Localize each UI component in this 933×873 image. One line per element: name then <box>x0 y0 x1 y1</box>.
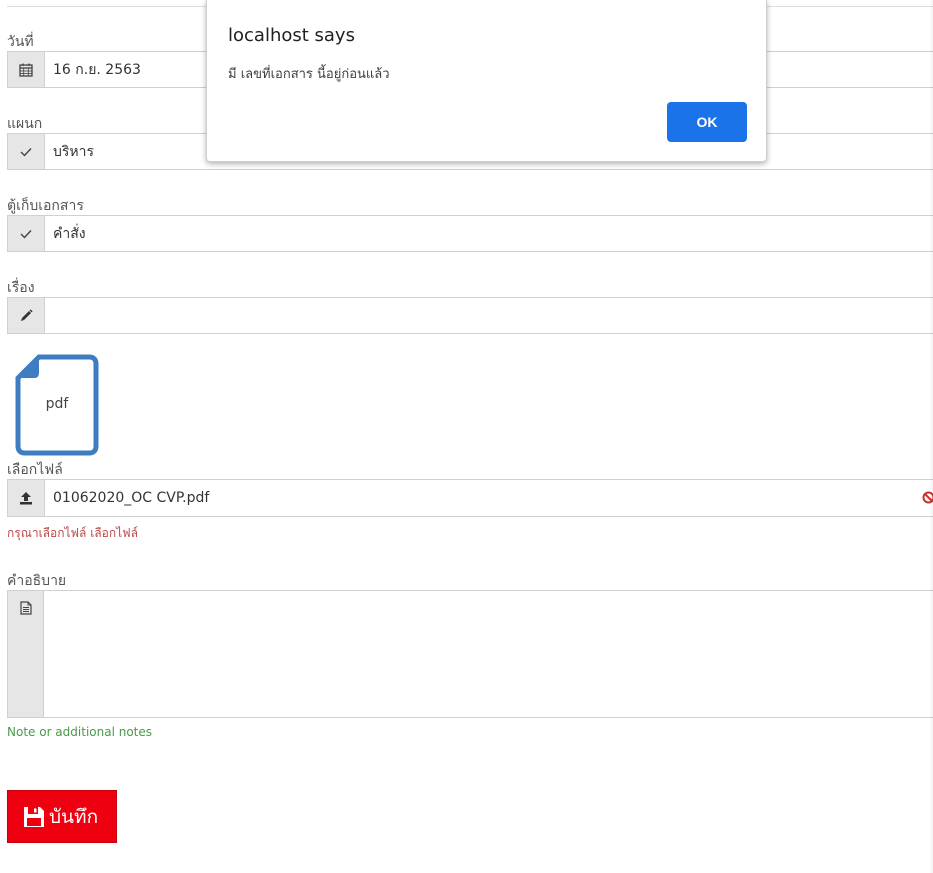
upload-icon <box>8 480 45 516</box>
cabinet-select[interactable]: คำสั่ง <box>7 215 933 252</box>
alert-dialog: localhost says มี เลขที่เอกสาร นี้อยู่ก่… <box>206 0 767 162</box>
pdf-file-type-label: pdf <box>45 396 69 412</box>
floppy-disk-icon <box>23 806 45 828</box>
check-icon <box>8 216 45 251</box>
dialog-title: localhost says <box>228 25 355 46</box>
department-label: แผนก <box>7 116 43 132</box>
department-value: บริหาร <box>53 143 95 160</box>
cabinet-label: ตู้เก็บเอกสาร <box>7 198 84 214</box>
save-button[interactable]: บันทึก <box>7 790 117 843</box>
description-label: คำอธิบาย <box>7 573 67 589</box>
file-input[interactable]: 01062020_OC CVP.pdf <box>7 479 933 517</box>
subject-label: เรื่อง <box>7 280 35 296</box>
save-button-label: บันทึก <box>49 805 99 828</box>
dialog-message: มี เลขที่เอกสาร นี้อยู่ก่อนแล้ว <box>228 67 390 82</box>
page-edge-shadow <box>929 0 933 873</box>
date-label: วันที่ <box>7 34 34 50</box>
check-icon <box>8 134 45 169</box>
calendar-icon <box>8 52 45 87</box>
ok-button[interactable]: OK <box>667 102 747 142</box>
description-help-text: Note or additional notes <box>7 725 153 739</box>
subject-input[interactable] <box>7 297 933 334</box>
pdf-file-preview: pdf <box>15 354 99 456</box>
cabinet-value: คำสั่ง <box>53 225 86 242</box>
pencil-icon <box>8 298 45 333</box>
date-value: 16 ก.ย. 2563 <box>53 61 141 78</box>
file-help-text: กรุณาเลือกไฟล์ เลือกไฟล์ <box>7 526 139 540</box>
document-icon <box>8 591 44 717</box>
file-label: เลือกไฟล์ <box>7 462 63 478</box>
description-textarea[interactable] <box>7 590 933 718</box>
file-name: 01062020_OC CVP.pdf <box>53 490 210 506</box>
